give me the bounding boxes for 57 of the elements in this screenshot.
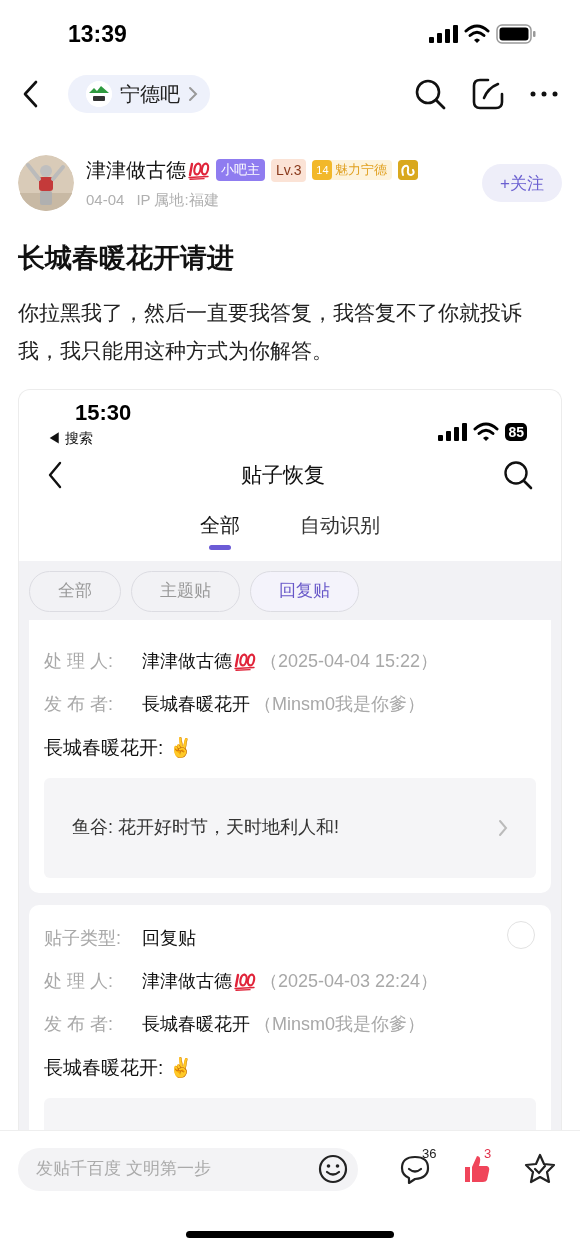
forum-button[interactable]: 宁德吧	[68, 75, 210, 113]
field-label: 发 布 者:	[44, 1012, 114, 1036]
share-icon[interactable]	[472, 78, 504, 110]
star-icon[interactable]	[524, 1153, 556, 1185]
level-badge: Lv.3	[271, 158, 307, 182]
field-value: 津津做古德	[142, 649, 232, 673]
post-title: 长城春暖花开请进	[17, 241, 235, 275]
field-label: 贴子类型:	[44, 926, 122, 950]
field-note: （2025-04-04 15:22）	[260, 649, 439, 673]
zodiac-icon	[398, 160, 419, 180]
ip-location: IP 属地:福建	[136, 190, 219, 210]
field-label: 处 理 人:	[44, 969, 114, 993]
field-value: 長城春暖花开	[142, 1012, 250, 1036]
field-value: 長城春暖花开	[142, 692, 250, 716]
quote-box[interactable]: 鱼谷: 花开好时节，天时地利人和!	[44, 777, 536, 878]
field-note: （Minsm0我是你爹）	[254, 692, 425, 716]
wifi-icon	[473, 421, 500, 442]
follow-button[interactable]: +关注	[482, 164, 562, 203]
more-icon[interactable]	[530, 91, 558, 97]
status-time: 15:30	[74, 399, 132, 426]
comment-field[interactable]: 发贴千百度 文明第一步	[36, 1156, 318, 1182]
select-radio[interactable]	[507, 920, 535, 949]
field-value: 回复贴	[142, 926, 196, 950]
tab[interactable]: 自动识别	[300, 509, 380, 550]
field-label: 发 布 者:	[44, 692, 114, 716]
status-time: 13:39	[68, 19, 127, 49]
back-icon[interactable]	[22, 80, 40, 108]
filter-chip[interactable]: 回复贴	[250, 570, 359, 612]
fan-badge: 14 魅力宁德	[312, 160, 393, 180]
comment-count: 36	[422, 1145, 437, 1163]
post-body: 你拉黑我了，然后一直要我答复，我答复不了你就投诉我，我只能用这种方式为你解答。	[17, 299, 523, 364]
field-note: （Minsm0我是你爹）	[254, 1012, 425, 1036]
reply-content: 長城春暖花开: ✌	[44, 735, 194, 760]
chevron-right-icon	[498, 818, 508, 837]
battery-icon	[496, 24, 536, 44]
author-name[interactable]: 津津做古德	[86, 155, 186, 185]
search-icon[interactable]	[414, 78, 446, 110]
role-badge: 小吧主	[216, 159, 265, 181]
wifi-icon	[464, 24, 490, 44]
screen-title: 贴子恢复	[241, 461, 325, 488]
back-to-app-link[interactable]: ◀ 搜索	[47, 427, 132, 449]
smiley-icon[interactable]	[318, 1154, 348, 1184]
search-icon[interactable]	[503, 459, 533, 490]
quoted-reply: 鱼谷: 花开好时节，天时地利人和!	[72, 816, 339, 839]
signal-icon	[437, 422, 468, 441]
signal-icon	[428, 25, 458, 43]
post-date: 04-04	[86, 190, 125, 210]
field-label: 处 理 人:	[44, 649, 114, 673]
battery-level: 85	[505, 422, 527, 441]
back-icon[interactable]	[47, 460, 63, 489]
chevron-right-icon	[188, 86, 198, 102]
field-note: （2025-04-03 22:24）	[260, 969, 439, 993]
like-count: 3	[484, 1145, 492, 1163]
comment-input[interactable]: 发贴千百度 文明第一步	[18, 1147, 358, 1191]
field-value: 津津做古德	[142, 969, 232, 993]
reply-content: 長城春暖花开: ✌	[44, 1055, 194, 1080]
tab[interactable]: 全部	[200, 509, 240, 550]
